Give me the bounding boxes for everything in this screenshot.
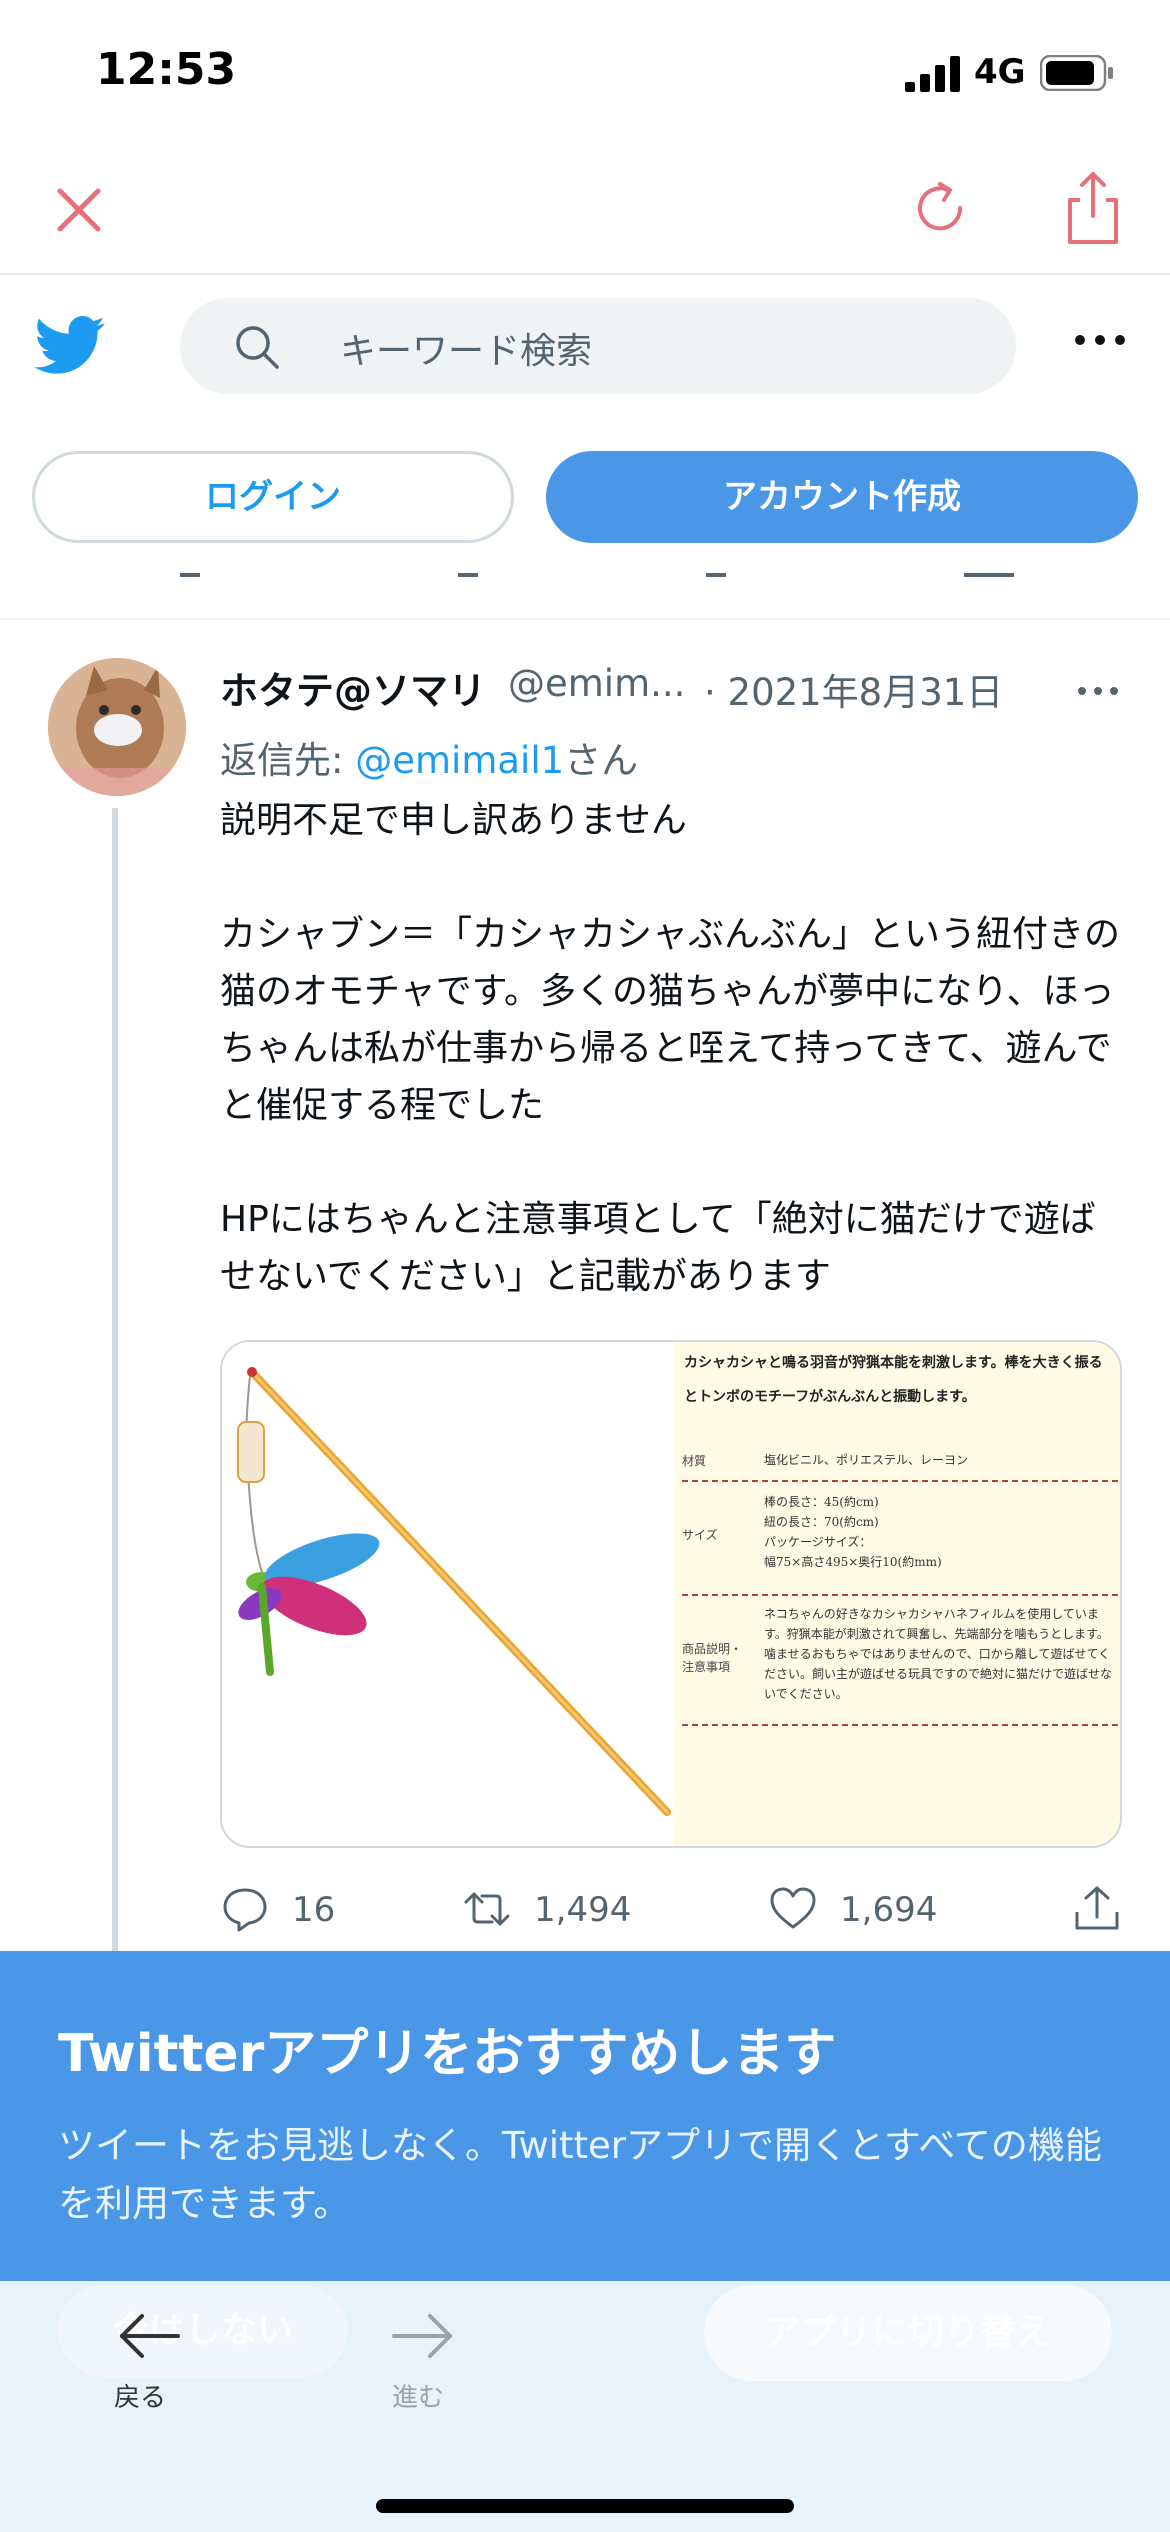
reply-prefix: 返信先: xyxy=(220,739,356,782)
share-icon[interactable] xyxy=(1062,170,1124,246)
retweet-icon xyxy=(458,555,478,577)
avatar[interactable] xyxy=(48,658,186,796)
like-count: 1,694 xyxy=(840,1890,938,1930)
search-icon xyxy=(236,326,279,369)
reply-context: 返信先: @emimail1さん xyxy=(220,730,638,784)
app-promo-banner: Twitterアプリをおすすめします ツイートをお見逃しなく。Twitterアプ… xyxy=(0,1951,1170,2281)
product-row-label: サイズ xyxy=(682,1528,718,1542)
share-icon xyxy=(1075,1886,1119,1930)
like-icon xyxy=(706,555,726,577)
product-row-material: 材質 塩化ビニル、ポリエステル、レーヨン xyxy=(682,1440,1118,1482)
product-info-panel: カシャカシャと鳴る羽音が狩猟本能を刺激します。棒を大きく振るとトンボのモチーフが… xyxy=(674,1342,1120,1846)
tweet-image[interactable]: カシャカシャと鳴る羽音が狩猟本能を刺激します。棒を大きく振るとトンボのモチーフが… xyxy=(220,1340,1122,1848)
signup-button[interactable]: アカウント作成 xyxy=(546,451,1138,543)
tweet-date[interactable]: · 2021年8月31日 xyxy=(704,662,1003,716)
browser-toolbar xyxy=(0,150,1170,275)
twitter-bird-icon[interactable] xyxy=(34,316,106,376)
not-now-button[interactable]: 今はしない xyxy=(58,2285,348,2377)
home-indicator[interactable] xyxy=(376,2499,794,2513)
battery-icon xyxy=(1040,55,1113,91)
back-arrow-icon[interactable] xyxy=(116,2311,182,2361)
search-input[interactable]: キーワード検索 xyxy=(180,298,1016,394)
tweet-more-icon[interactable] xyxy=(1076,684,1120,698)
status-bar: 12:53 4G xyxy=(0,0,1170,150)
product-row-value: ネコちゃんの好きなカシャカシャハネフィルムを使用しています。狩猟本能が刺激されて… xyxy=(764,1607,1113,1701)
close-icon[interactable] xyxy=(54,185,104,235)
twitter-header: キーワード検索 xyxy=(0,276,1170,446)
previous-tweet-actions xyxy=(0,555,1170,620)
heart-icon xyxy=(770,1887,816,1929)
reload-icon[interactable] xyxy=(910,178,970,238)
tweet-text: 説明不足で申し訳ありません カシャブン＝「カシャカシャぶんぶん」という紐付きの猫… xyxy=(220,800,1121,1297)
product-row-size: サイズ 棒の長さ：45(約cm) 紐の長さ：70(約cm) パッケージサイズ： … xyxy=(682,1484,1118,1596)
tweet[interactable]: ホタテ@ソマリ @emim... · 2021年8月31日 返信先: @emim… xyxy=(0,622,1170,1958)
forward-label[interactable]: 進む xyxy=(392,2377,444,2414)
retweet-count: 1,494 xyxy=(534,1890,632,1930)
reply-suffix: さん xyxy=(564,739,639,782)
bottom-bar: 今はしない アプリに切り替え 戻る 進む xyxy=(0,2281,1170,2532)
search-placeholder: キーワード検索 xyxy=(340,331,593,372)
cat-avatar-image xyxy=(48,658,186,796)
cat-toy-photo xyxy=(222,1342,674,1846)
retweet-icon xyxy=(464,1892,510,1926)
promo-title: Twitterアプリをおすすめします xyxy=(58,2024,837,2084)
more-icon[interactable] xyxy=(1072,330,1128,350)
product-row-label: 商品説明・ 注意事項 xyxy=(682,1642,743,1674)
thread-line xyxy=(112,808,118,1958)
login-button[interactable]: ログイン xyxy=(32,451,514,543)
reply-icon xyxy=(180,555,200,577)
product-row-notes: 商品説明・ 注意事項 ネコちゃんの好きなカシャカシャハネフィルムを使用しています… xyxy=(682,1598,1118,1726)
product-row-value: 棒の長さ：45(約cm) 紐の長さ：70(約cm) パッケージサイズ： 幅75×… xyxy=(764,1495,942,1569)
forward-arrow-icon[interactable] xyxy=(390,2311,456,2361)
share-icon xyxy=(964,555,1014,577)
reply-icon xyxy=(223,1888,267,1932)
tweet-author-handle[interactable]: @emim... xyxy=(508,662,685,705)
share-tweet-button[interactable] xyxy=(1072,1884,1122,1944)
tweet-actions: 16 1,494 1,694 xyxy=(220,1884,1120,1944)
product-row-value: 塩化ビニル、ポリエステル、レーヨン xyxy=(764,1453,969,1467)
product-description: カシャカシャと鳴る羽音が狩猟本能を刺激します。棒を大きく振るとトンボのモチーフが… xyxy=(684,1355,1103,1405)
reply-to-link[interactable]: @emimail1 xyxy=(355,739,564,782)
switch-to-app-button[interactable]: アプリに切り替え xyxy=(704,2285,1112,2381)
network-type: 4G xyxy=(974,52,1026,92)
reply-count: 16 xyxy=(292,1890,336,1930)
product-row-label: 材質 xyxy=(682,1454,707,1468)
promo-text: ツイートをお見逃しなく。Twitterアプリで開くとすべての機能を利用できます。 xyxy=(58,2124,1102,2225)
status-time: 12:53 xyxy=(96,44,237,95)
tweet-author-name[interactable]: ホタテ@ソマリ xyxy=(220,660,486,715)
back-label[interactable]: 戻る xyxy=(114,2377,166,2414)
signal-icon xyxy=(905,56,960,92)
